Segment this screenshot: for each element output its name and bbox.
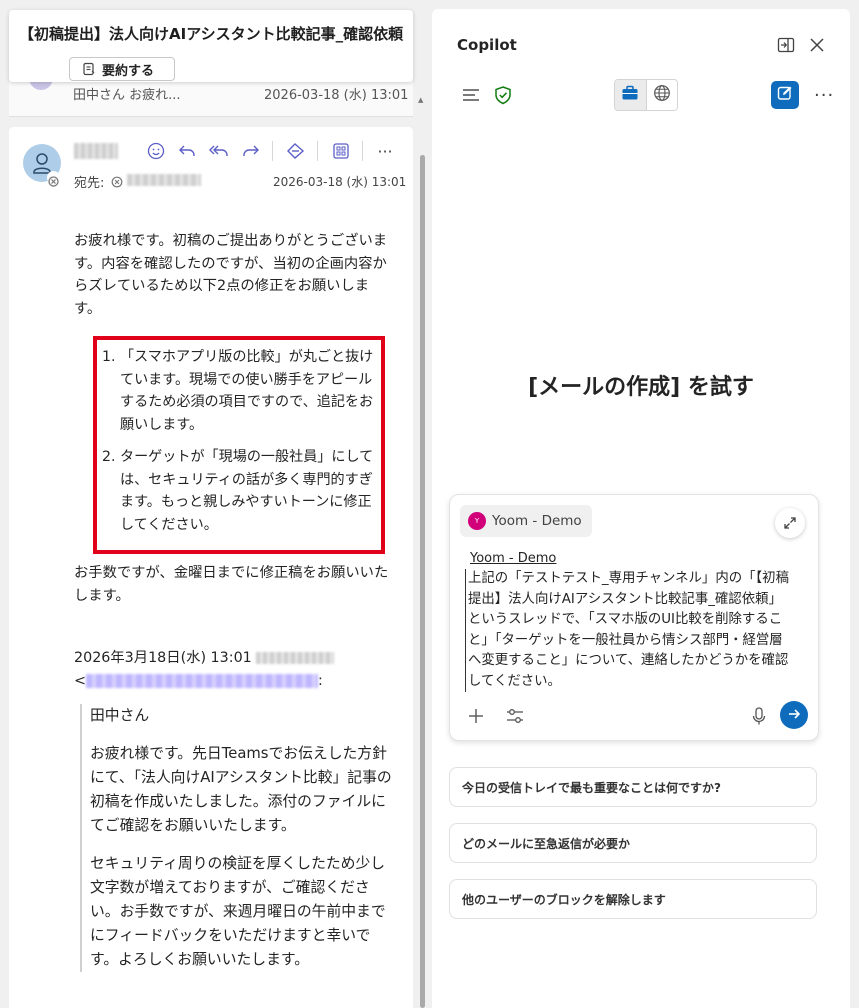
compose-icon: [777, 85, 793, 105]
new-chat-button[interactable]: [771, 81, 799, 109]
arrow-right-icon: [787, 706, 801, 725]
close-icon[interactable]: [808, 36, 826, 54]
message-body: お疲れ様です。初稿のご提出ありがとうございます。内容を確認したのですが、当初の企…: [74, 230, 392, 986]
context-chip-label: Yoom - Demo: [492, 513, 582, 529]
recipient-redacted: [127, 174, 201, 186]
toolbar-divider: [362, 141, 363, 161]
presence-status-icon: [47, 171, 60, 187]
context-chip[interactable]: Y Yoom - Demo: [460, 505, 592, 537]
mention-tag[interactable]: Yoom - Demo: [470, 551, 556, 566]
quote-colon: :: [317, 672, 323, 689]
list-item-text: ターゲットが「現場の一般社員」にしては、セキュリティの話が多く専門的すぎます。も…: [120, 449, 374, 533]
popout-icon[interactable]: [777, 37, 795, 53]
forward-icon[interactable]: [240, 140, 262, 162]
message-card: ··· 宛先: 2026-03-18 (水) 13:01 お疲れ様です。初稿のご…: [9, 127, 413, 1008]
list-item: 1. 「スマホアプリ版の比較」が丸ごと抜けています。現場での使い勝手をアピールす…: [102, 346, 376, 436]
quoted-paragraph: セキュリティ周りの検証を厚くしたため少し文字数が増えておりますが、ご確認ください…: [90, 855, 386, 968]
quote-angle: <: [74, 672, 86, 689]
add-icon[interactable]: [465, 705, 487, 727]
menu-icon[interactable]: [461, 87, 481, 103]
previous-message-sender: 田中さん お疲れ...: [73, 88, 181, 103]
toolbar-divider: [317, 141, 318, 161]
emoji-reaction-icon[interactable]: [145, 140, 167, 162]
suggestion-chip[interactable]: どのメールに至急返信が必要か: [449, 823, 817, 863]
suggestion-chip[interactable]: 他のユーザーのブロックを解除します: [449, 879, 817, 919]
summary-icon: [82, 62, 96, 76]
quoted-greeting: 田中さん: [90, 707, 150, 724]
quote-email-redacted[interactable]: [85, 673, 318, 688]
briefcase-icon: [621, 85, 639, 105]
previous-message-row[interactable]: 田中さん お疲れ... 2026-03-18 (水) 13:01: [9, 80, 413, 117]
copilot-pane: Copilot ··· [メールの作成] を試す Y Yoom - Demo Y…: [432, 9, 850, 1008]
work-web-toggle[interactable]: [614, 79, 678, 111]
web-scope-button[interactable]: [646, 80, 677, 110]
quote-sender-redacted: [256, 652, 335, 664]
to-label: 宛先:: [74, 176, 105, 191]
subject-header: 【初稿提出】法人向けAIアシスタント比較記事_確認依頼 要約する: [9, 10, 413, 82]
loop-icon[interactable]: [285, 140, 307, 162]
more-actions-icon[interactable]: ···: [374, 140, 396, 162]
send-button[interactable]: [780, 701, 808, 729]
reply-all-icon[interactable]: [208, 140, 230, 162]
sender-name-redacted: [74, 143, 118, 159]
highlighted-request-list: 1. 「スマホアプリ版の比較」が丸ごと抜けています。現場での使い勝手をアピールす…: [93, 336, 385, 554]
prompt-composer[interactable]: Y Yoom - Demo Yoom - Demo 上記の「テストテスト_専用チ…: [449, 494, 819, 741]
list-item-text: 「スマホアプリ版の比較」が丸ごと抜けています。現場での使い勝手をアピールするため…: [120, 349, 374, 433]
email-subject: 【初稿提出】法人向けAIアシスタント比較記事_確認依頼: [19, 25, 404, 43]
chip-avatar: Y: [468, 512, 486, 530]
scrollbar[interactable]: [420, 155, 425, 1008]
previous-message-date: 2026-03-18 (水) 13:01: [264, 88, 409, 103]
quote-date: 2026年3月18日(水) 13:01: [74, 650, 252, 666]
microphone-icon[interactable]: [749, 705, 769, 727]
quoted-message: 田中さん お疲れ様です。先日Teamsでお伝えした方針にて、「法人向けAIアシス…: [80, 704, 392, 972]
shield-icon[interactable]: [494, 85, 512, 105]
expand-icon[interactable]: [775, 508, 805, 538]
list-item-number: 2.: [102, 449, 116, 465]
list-item: 2. ターゲットが「現場の一般社員」にしては、セキュリティの話が多く専門的すぎま…: [102, 446, 376, 536]
body-intro: お疲れ様です。初稿のご提出ありがとうございます。内容を確認したのですが、当初の企…: [74, 233, 388, 317]
globe-icon: [653, 84, 671, 106]
quote-header: 2026年3月18日(水) 13:01 <:: [74, 647, 392, 692]
suggestion-chip[interactable]: 今日の受信トレイで最も重要なことは何ですか?: [449, 767, 817, 807]
toolbar-divider: [272, 141, 273, 161]
prompt-input[interactable]: 上記の「テストテスト_専用チャンネル」内の「【初稿提出】法人向けAIアシスタント…: [465, 569, 790, 692]
hero-title: [メールの作成] を試す: [528, 375, 754, 400]
quoted-paragraph: お疲れ様です。先日Teamsでお伝えした方針にて、「法人向けAIアシスタント比較…: [90, 745, 392, 834]
settings-sliders-icon[interactable]: [504, 705, 526, 727]
list-item-number: 1.: [102, 349, 116, 365]
sent-date: 2026-03-18 (水) 13:01: [273, 175, 407, 189]
work-scope-button[interactable]: [615, 80, 647, 110]
recipient-status-icon: [111, 173, 123, 188]
body-closing: お手数ですが、金曜日までに修正稿をお願いいたします。: [74, 565, 389, 604]
copilot-title: Copilot: [457, 36, 517, 54]
more-options-icon[interactable]: ···: [814, 85, 834, 106]
summarize-button[interactable]: 要約する: [69, 57, 175, 81]
summarize-label: 要約する: [102, 63, 155, 79]
reply-icon[interactable]: [176, 140, 198, 162]
scroll-up-icon[interactable]: ▲: [418, 96, 423, 104]
email-pane: 田中さん お疲れ... 2026-03-18 (水) 13:01 ▲ 【初稿提出…: [0, 0, 425, 1008]
apps-icon[interactable]: [330, 140, 352, 162]
